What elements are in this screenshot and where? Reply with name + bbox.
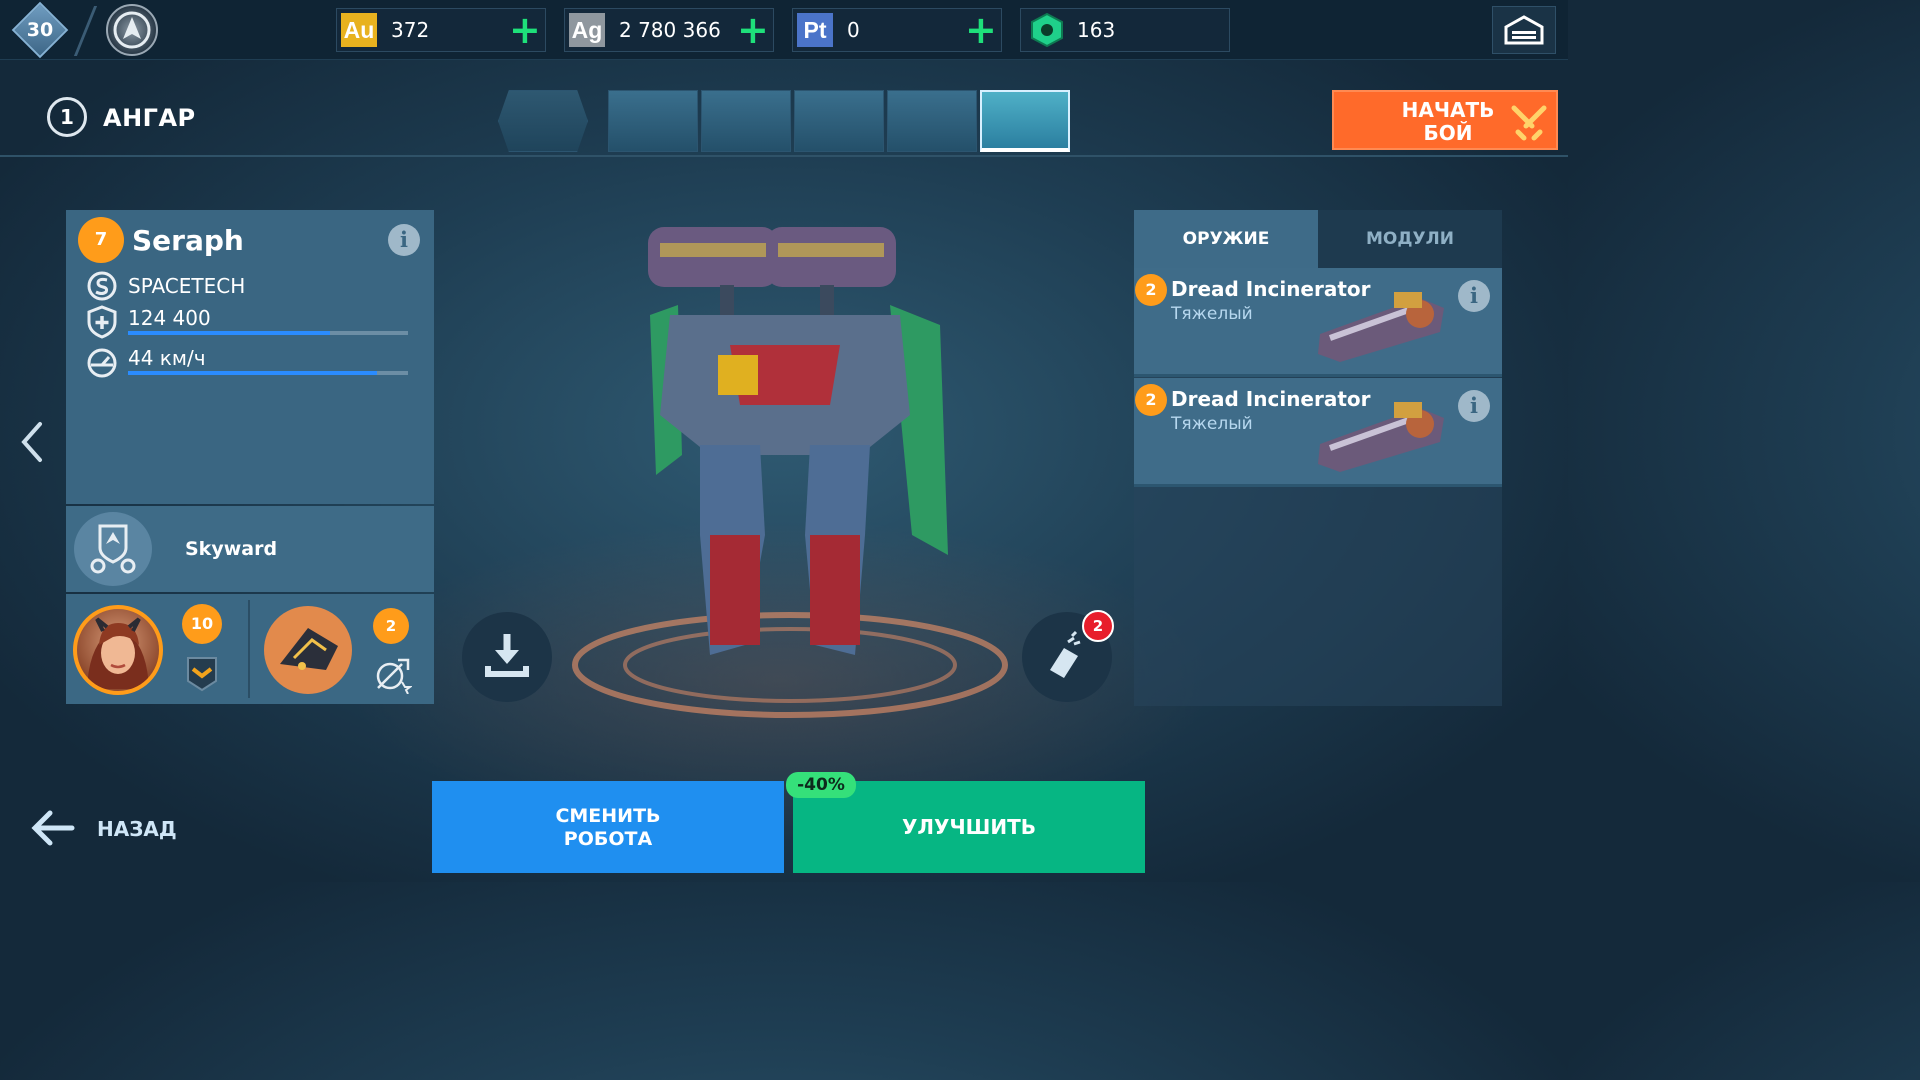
health-value: 124 400 [128, 306, 211, 330]
robot-name: Seraph [132, 224, 244, 257]
platinum-icon: Pt [797, 13, 833, 47]
cockpit [718, 355, 758, 395]
upgrade-label: УЛУЧШИТЬ [902, 815, 1036, 839]
dread-incinerator-image [1318, 402, 1444, 472]
weapon-info-icon[interactable]: i [1458, 280, 1490, 312]
health-bar-fill [128, 331, 330, 335]
weapon-class: Тяжелый [1171, 304, 1253, 324]
platinum-amount: 0 [847, 18, 860, 42]
left-shin [710, 535, 760, 645]
discount-badge: -40% [786, 772, 856, 798]
robot-info-panel [66, 210, 434, 504]
start-battle-label: НАЧАТЬ БОЙ [1401, 98, 1495, 145]
tab-modules[interactable]: МОДУЛИ [1318, 210, 1502, 268]
currency-platinum: Pt 0 + [792, 8, 1002, 52]
page-title: АНГАР [103, 104, 196, 132]
robot-thumb-6-selected[interactable] [980, 90, 1070, 152]
chevron-left-icon[interactable] [18, 420, 46, 464]
download-icon [485, 634, 529, 677]
header-divider [0, 155, 1568, 157]
drone-ability-icon [376, 658, 412, 694]
weapon-class: Тяжелый [1171, 414, 1253, 434]
add-gold-plus-icon[interactable]: + [509, 11, 541, 49]
back-arrow-icon[interactable] [30, 808, 76, 848]
robot-thumb-2[interactable] [608, 90, 698, 152]
start-battle-button[interactable]: НАЧАТЬ БОЙ [1332, 90, 1558, 150]
drone-icon[interactable] [264, 606, 352, 694]
top-bar [0, 0, 1568, 60]
ability-name: Skyward [185, 538, 278, 560]
player-level-badge[interactable]: 30 [11, 1, 69, 59]
gold-icon: Au [341, 13, 377, 47]
robot-level-badge: 7 [78, 217, 124, 263]
pilot-rank-chevron-icon [187, 657, 217, 692]
weapon-card[interactable]: 2 Dread Incinerator Тяжелый i [1134, 268, 1502, 374]
player-level: 30 [26, 19, 54, 41]
drone-level-badge: 2 [373, 608, 409, 644]
robot-3d-view[interactable] [560, 205, 1020, 725]
currency-keys: 163 [1020, 8, 1230, 52]
back-button[interactable]: НАЗАД [97, 817, 177, 841]
robot-thumb-5[interactable] [887, 90, 977, 152]
silver-icon: Ag [569, 13, 605, 47]
pilot-divider [248, 600, 250, 698]
speedometer-icon [87, 348, 117, 378]
hangar-number-badge: 1 [47, 97, 87, 137]
download-button[interactable] [462, 612, 552, 702]
garage-button[interactable] [1492, 6, 1556, 54]
currency-gold: Au 372 + [336, 8, 546, 52]
tab-weapons[interactable]: ОРУЖИЕ [1134, 210, 1318, 268]
swap-robot-button[interactable]: СМЕНИТЬ РОБОТА [432, 781, 784, 873]
robot-thumb-3[interactable] [701, 90, 791, 152]
currency-silver: Ag 2 780 366 + [564, 8, 774, 52]
swap-robot-label: СМЕНИТЬ РОБОТА [555, 805, 661, 850]
robot-thumb-4[interactable] [794, 90, 884, 152]
weapon-level-badge: 2 [1135, 384, 1167, 416]
speed-value: 44 км/ч [128, 346, 206, 370]
add-silver-plus-icon[interactable]: + [737, 11, 769, 49]
pilot-level-badge: 10 [182, 604, 222, 644]
key-gem-icon [1031, 13, 1063, 47]
robot-thumb-1[interactable] [498, 90, 588, 152]
silver-amount: 2 780 366 [619, 18, 721, 42]
robot-info-icon[interactable]: i [388, 224, 420, 256]
keys-amount: 163 [1077, 18, 1116, 42]
rank-emblem-icon[interactable] [106, 4, 158, 56]
manufacturer-name: SPACETECH [128, 274, 246, 298]
pilot-avatar[interactable] [73, 605, 163, 695]
crossed-swords-icon [1511, 105, 1547, 141]
dread-incinerator-image [1318, 292, 1444, 362]
rank-emblem-glyph [113, 11, 151, 49]
weapon-divider [1134, 484, 1502, 487]
health-shield-icon [87, 305, 117, 339]
platform-ring-inner [623, 627, 957, 703]
skyward-ability-icon [74, 512, 152, 586]
speed-bar-fill [128, 371, 377, 375]
right-shin [810, 535, 860, 645]
spacetech-logo-icon [87, 271, 117, 301]
paint-notification-badge: 2 [1082, 610, 1114, 642]
add-platinum-plus-icon[interactable]: + [965, 11, 997, 49]
gold-amount: 372 [391, 18, 430, 42]
weapon-info-icon[interactable]: i [1458, 390, 1490, 422]
weapon-level-badge: 2 [1135, 274, 1167, 306]
garage-icon [1504, 15, 1544, 45]
weapon-card[interactable]: 2 Dread Incinerator Тяжелый i [1134, 378, 1502, 484]
weapon-divider [1134, 374, 1502, 377]
